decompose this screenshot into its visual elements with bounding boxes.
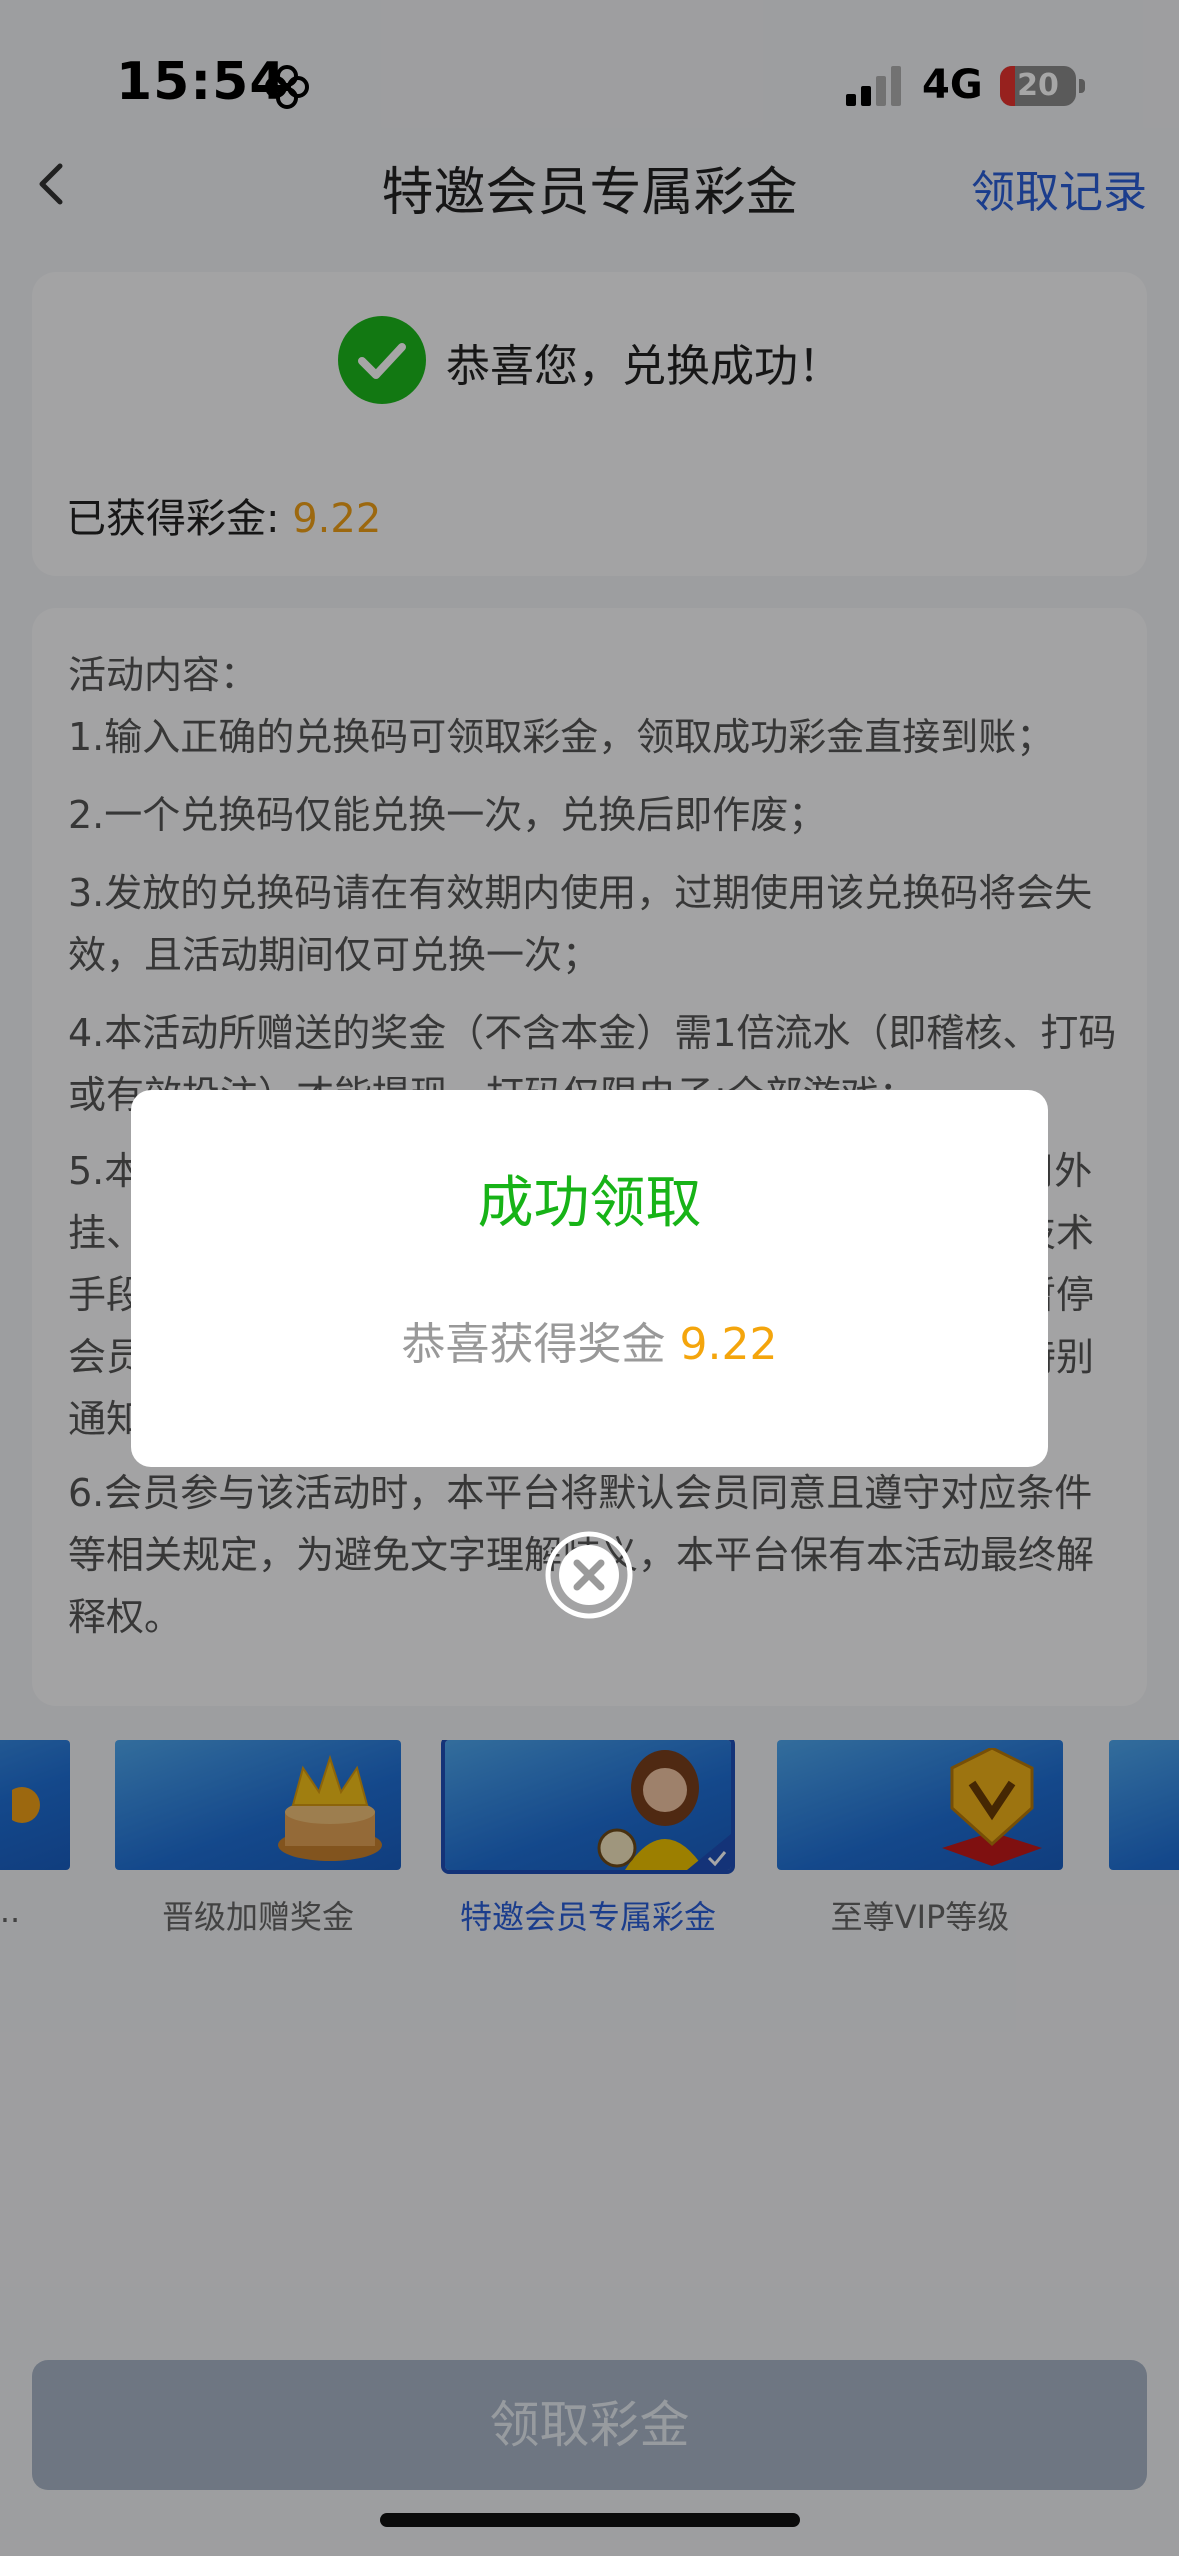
dialog-message-text: 恭喜获得奖金 <box>401 1319 680 1370</box>
dialog-title: 成功领取 <box>477 1171 702 1236</box>
close-icon[interactable] <box>544 1530 634 1620</box>
dialog-message: 恭喜获得奖金 9.22 <box>131 1308 1048 1372</box>
dialog-amount: 9.22 <box>679 1319 778 1370</box>
success-dialog: 成功领取 恭喜获得奖金 9.22 <box>131 1090 1048 1467</box>
